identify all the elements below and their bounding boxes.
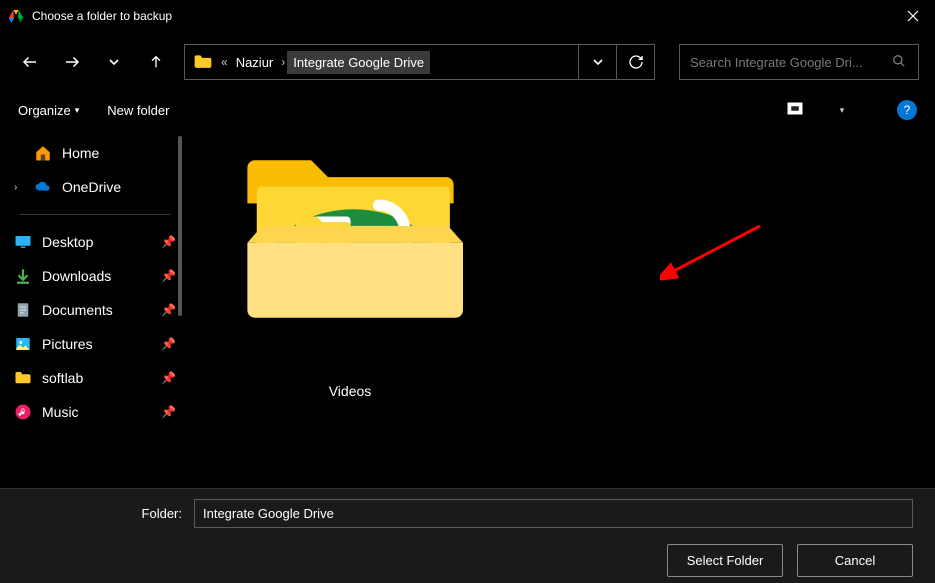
pin-icon: 📌 — [161, 371, 176, 385]
help-button[interactable]: ? — [897, 100, 917, 120]
organize-menu[interactable]: Organize ▾ — [18, 103, 79, 118]
chevron-right-icon: › — [279, 55, 287, 69]
footer: Folder: Select Folder Cancel — [0, 488, 935, 583]
sidebar-item-desktop[interactable]: Desktop 📌 — [0, 225, 190, 259]
navigation-bar: « Naziur › Integrate Google Drive — [0, 32, 935, 92]
chevron-down-icon: ▾ — [75, 105, 80, 116]
sidebar-item-onedrive[interactable]: › OneDrive — [0, 170, 190, 204]
sidebar-item-downloads[interactable]: Downloads 📌 — [0, 259, 190, 293]
home-icon — [34, 144, 52, 162]
select-folder-label: Select Folder — [687, 553, 764, 568]
toolbar: Organize ▾ New folder ▾ ? — [0, 92, 935, 128]
folder-icon — [14, 369, 32, 387]
address-bar[interactable]: « Naziur › Integrate Google Drive — [184, 44, 655, 80]
view-mode-dropdown[interactable]: ▾ — [835, 98, 849, 122]
pin-icon: 📌 — [161, 269, 176, 283]
sidebar-item-music[interactable]: Music 📌 — [0, 395, 190, 429]
folder-large-icon — [238, 148, 463, 328]
folder-field-label: Folder: — [22, 506, 182, 521]
sidebar-item-label: Music — [42, 404, 79, 420]
folder-icon — [193, 52, 213, 72]
pin-icon: 📌 — [161, 337, 176, 351]
view-mode-button[interactable] — [783, 98, 807, 122]
title-bar: Choose a folder to backup — [0, 0, 935, 32]
sidebar-item-label: Downloads — [42, 268, 111, 284]
close-button[interactable] — [891, 0, 935, 32]
address-dropdown-button[interactable] — [578, 45, 616, 79]
folder-item-label: Videos — [230, 383, 470, 399]
search-input[interactable] — [690, 55, 892, 70]
new-folder-label: New folder — [107, 103, 169, 118]
up-button[interactable] — [142, 48, 170, 76]
sidebar-scrollbar[interactable] — [178, 136, 182, 316]
sidebar-item-label: Home — [62, 145, 99, 161]
search-box[interactable] — [679, 44, 919, 80]
pin-icon: 📌 — [161, 303, 176, 317]
breadcrumb-segment[interactable]: Naziur — [230, 51, 280, 74]
recent-locations-button[interactable] — [100, 48, 128, 76]
new-folder-button[interactable]: New folder — [107, 103, 169, 118]
forward-button[interactable] — [58, 48, 86, 76]
breadcrumb-segment-current[interactable]: Integrate Google Drive — [287, 51, 430, 74]
sidebar-item-label: Documents — [42, 302, 113, 318]
chevron-down-icon: ▾ — [840, 105, 845, 116]
documents-icon — [14, 301, 32, 319]
sidebar-item-home[interactable]: Home — [0, 136, 190, 170]
select-folder-button[interactable]: Select Folder — [667, 544, 783, 577]
google-drive-icon — [8, 8, 24, 24]
pin-icon: 📌 — [161, 235, 176, 249]
window-title: Choose a folder to backup — [32, 9, 891, 23]
onedrive-icon — [34, 178, 52, 196]
downloads-icon — [14, 267, 32, 285]
organize-label: Organize — [18, 103, 71, 118]
pin-icon: 📌 — [161, 405, 176, 419]
chevron-right-icon: › — [14, 182, 24, 193]
sidebar-item-label: Pictures — [42, 336, 93, 352]
cancel-button[interactable]: Cancel — [797, 544, 913, 577]
sidebar-divider — [20, 214, 170, 215]
back-button[interactable] — [16, 48, 44, 76]
body: Home › OneDrive Desktop 📌 Downloads 📌 Do… — [0, 128, 935, 488]
content-area[interactable]: Videos — [190, 128, 935, 488]
sidebar-item-label: softlab — [42, 370, 83, 386]
annotation-arrow — [660, 218, 770, 288]
music-icon — [14, 403, 32, 421]
refresh-button[interactable] — [616, 45, 654, 79]
folder-name-input[interactable] — [194, 499, 913, 528]
sidebar-item-documents[interactable]: Documents 📌 — [0, 293, 190, 327]
sidebar-item-softlab[interactable]: softlab 📌 — [0, 361, 190, 395]
search-icon — [892, 54, 908, 70]
pictures-icon — [14, 335, 32, 353]
sidebar-item-label: Desktop — [42, 234, 93, 250]
sidebar: Home › OneDrive Desktop 📌 Downloads 📌 Do… — [0, 128, 190, 488]
breadcrumb-ellipsis[interactable]: « — [219, 55, 230, 69]
folder-item-videos[interactable]: Videos — [230, 148, 470, 399]
cancel-label: Cancel — [835, 553, 875, 568]
sidebar-item-label: OneDrive — [62, 179, 121, 195]
desktop-icon — [14, 233, 32, 251]
sidebar-item-pictures[interactable]: Pictures 📌 — [0, 327, 190, 361]
help-icon-label: ? — [904, 103, 911, 117]
